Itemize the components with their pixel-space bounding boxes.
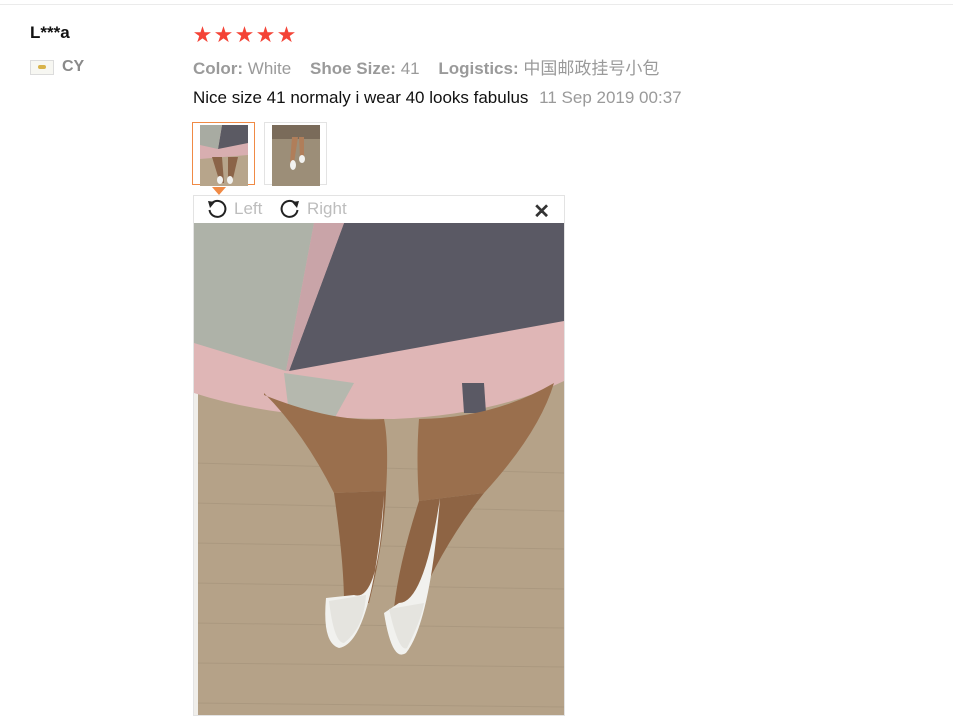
attr-value: 41	[400, 59, 420, 78]
star-rating: ★ ★ ★ ★ ★	[192, 23, 297, 47]
rotate-left-label: Left	[234, 199, 263, 218]
reviewer-country: CY	[30, 58, 84, 76]
attr-value: White	[247, 59, 292, 78]
attr-key: Logistics:	[438, 59, 519, 78]
star-icon: ★	[234, 22, 255, 47]
attr-key: Color:	[193, 59, 244, 78]
rotate-right-button[interactable]: Right	[279, 198, 347, 220]
thumbnail-image	[272, 125, 320, 186]
review-body: Nice size 41 normaly i wear 40 looks fab…	[193, 88, 682, 108]
star-icon: ★	[276, 22, 297, 47]
top-divider	[0, 4, 953, 5]
review-date: 11 Sep 2019 00:37	[539, 88, 682, 107]
rotate-left-button[interactable]: Left	[206, 198, 262, 220]
star-icon: ★	[192, 22, 213, 47]
attr-color: Color: White	[193, 59, 296, 78]
thumbnail-photo-1[interactable]	[192, 122, 255, 186]
review-text: Nice size 41 normaly i wear 40 looks fab…	[193, 88, 529, 107]
close-icon[interactable]: ✕	[533, 199, 550, 224]
attr-key: Shoe Size:	[309, 59, 396, 78]
review-photo	[194, 223, 564, 715]
thumbnail-photo-2[interactable]	[264, 122, 327, 186]
image-viewer: Left Right ✕	[193, 195, 565, 716]
star-icon: ★	[255, 22, 276, 47]
reviewer-name: L***a	[30, 23, 70, 42]
attr-logistics: Logistics: 中国邮政挂号小包	[438, 59, 659, 78]
thumbnail-image	[200, 125, 248, 186]
rotate-right-label: Right	[307, 199, 347, 218]
attr-value: 中国邮政挂号小包	[523, 59, 660, 78]
viewer-toolbar: Left Right ✕	[194, 196, 564, 223]
attr-shoe-size: Shoe Size: 41	[310, 59, 424, 78]
flag-icon	[30, 59, 54, 75]
rotate-right-icon	[279, 198, 301, 220]
country-code: CY	[62, 58, 85, 75]
active-thumbnail-pointer	[212, 187, 226, 195]
rotate-left-icon	[206, 198, 228, 220]
star-icon: ★	[213, 22, 234, 47]
review-attributes: Color: White Shoe Size: 41 Logistics: 中国…	[193, 54, 673, 79]
